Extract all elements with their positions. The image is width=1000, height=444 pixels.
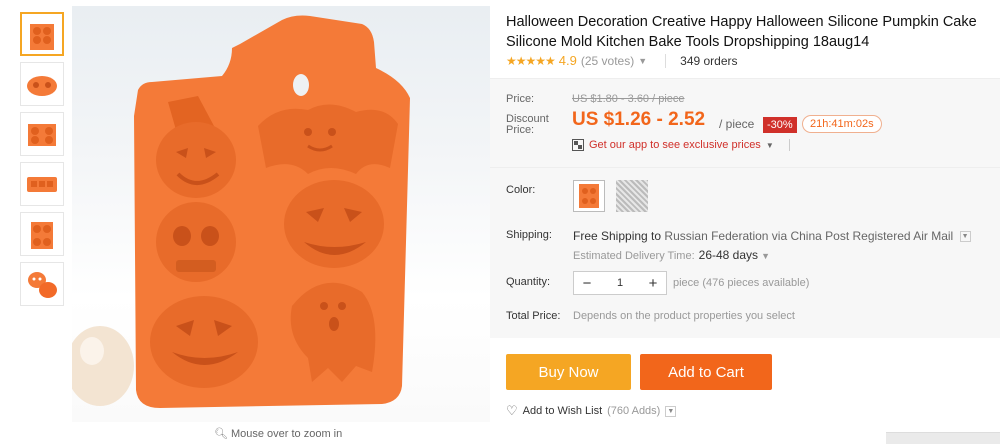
rating-row: ★★★★★ 4.9 (25 votes) ▼ 349 orders [506,53,738,68]
price-unit: / piece [719,117,755,131]
quantity-decrease-button[interactable]: − [574,275,600,292]
wish-count: (760 Adds) [607,405,661,417]
price-label: Price: [506,93,535,105]
product-main-image[interactable] [72,6,490,422]
discount-price: US $1.26 - 2.52 [572,109,706,130]
product-detail-panel: Halloween Decoration Creative Happy Hall… [490,0,1000,444]
shipping-destination[interactable]: Russian Federation via China Post Regist… [664,229,953,243]
color-label: Color: [506,184,536,196]
thumbnail-6[interactable] [20,262,64,306]
caret-down-icon[interactable]: ▼ [766,141,774,150]
magnifier-icon: 🔍︎ [214,428,228,440]
quantity-label: Quantity: [506,276,551,288]
thumbnail-2[interactable] [20,62,64,106]
eta-label: Estimated Delivery Time: [573,250,695,262]
wish-list-row[interactable]: ♡ Add to Wish List (760 Adds) ▼ [506,403,677,419]
discount-price-label-2: Price: [506,124,535,136]
mold-thumb-icon [28,272,57,298]
mold-swatch-icon [579,184,599,208]
app-promo-link[interactable]: Get our app to see exclusive prices [589,139,761,151]
mold-thumb-icon [30,24,54,50]
price-block: Price: US $1.80 - 3.60 / piece Discount … [490,78,1000,168]
silicone-mold-illustration [72,15,410,408]
mold-thumb-icon [28,124,56,146]
color-option-1[interactable] [573,180,605,212]
mold-thumb-icon [31,222,53,249]
chevron-down-icon[interactable]: ▼ [638,56,647,66]
orders-count: 349 orders [680,53,738,68]
quantity-availability: piece (476 pieces available) [673,277,810,289]
zoom-hint-text: Mouse over to zoom in [230,427,343,440]
discount-badge: -30% [763,117,797,133]
product-properties: Color: Shipping: Free Shipping to Russia… [490,168,1000,338]
zoom-hint: 🔍︎ Mouse over to zoom in [214,427,343,441]
rating-score: 4.9 [558,53,577,68]
divider [788,139,790,151]
color-option-2[interactable] [616,180,648,212]
shipping-label: Shipping: [506,229,552,241]
votes-link[interactable]: (25 votes) [581,54,634,68]
mold-thumb-icon [27,76,57,96]
thumbnail-list [20,12,66,312]
original-price: US $1.80 - 3.60 / piece [572,93,685,105]
quantity-input[interactable]: 1 [600,277,640,289]
page-fragment [886,432,1000,444]
buy-now-button[interactable]: Buy Now [506,354,631,390]
product-title: Halloween Decoration Creative Happy Hall… [506,14,977,50]
quantity-increase-button[interactable]: + [640,275,666,292]
total-price-label: Total Price: [506,310,561,322]
shipping-info: Free Shipping to Russian Federation via … [573,229,971,243]
eta-value: 26-48 days [698,248,759,262]
chevron-down-icon[interactable]: ▼ [959,231,971,243]
countdown-timer: 21h:41m:02s [802,115,882,133]
add-to-cart-button[interactable]: Add to Cart [640,354,772,390]
thumbnail-5[interactable] [20,212,64,256]
caret-down-icon[interactable]: ▼ [761,251,770,261]
thumbnail-1[interactable] [20,12,64,56]
app-promo-row[interactable]: Get our app to see exclusive prices ▼ [572,139,790,151]
delivery-estimate: Estimated Delivery Time: 26-48 days ▼ [573,248,770,262]
mold-thumb-icon [27,177,57,192]
total-price-note: Depends on the product properties you se… [573,310,795,322]
shipping-free: Free Shipping to [573,229,662,243]
quantity-stepper: − 1 + [573,271,667,295]
heart-icon[interactable]: ♡ [506,403,518,419]
divider [665,53,667,68]
chevron-down-icon[interactable]: ▼ [665,405,677,417]
star-rating-icon: ★★★★★ [506,53,556,68]
qr-code-icon [572,139,584,151]
thumbnail-3[interactable] [20,112,64,156]
add-to-wish-list-link[interactable]: Add to Wish List [523,405,602,417]
thumbnail-4[interactable] [20,162,64,206]
